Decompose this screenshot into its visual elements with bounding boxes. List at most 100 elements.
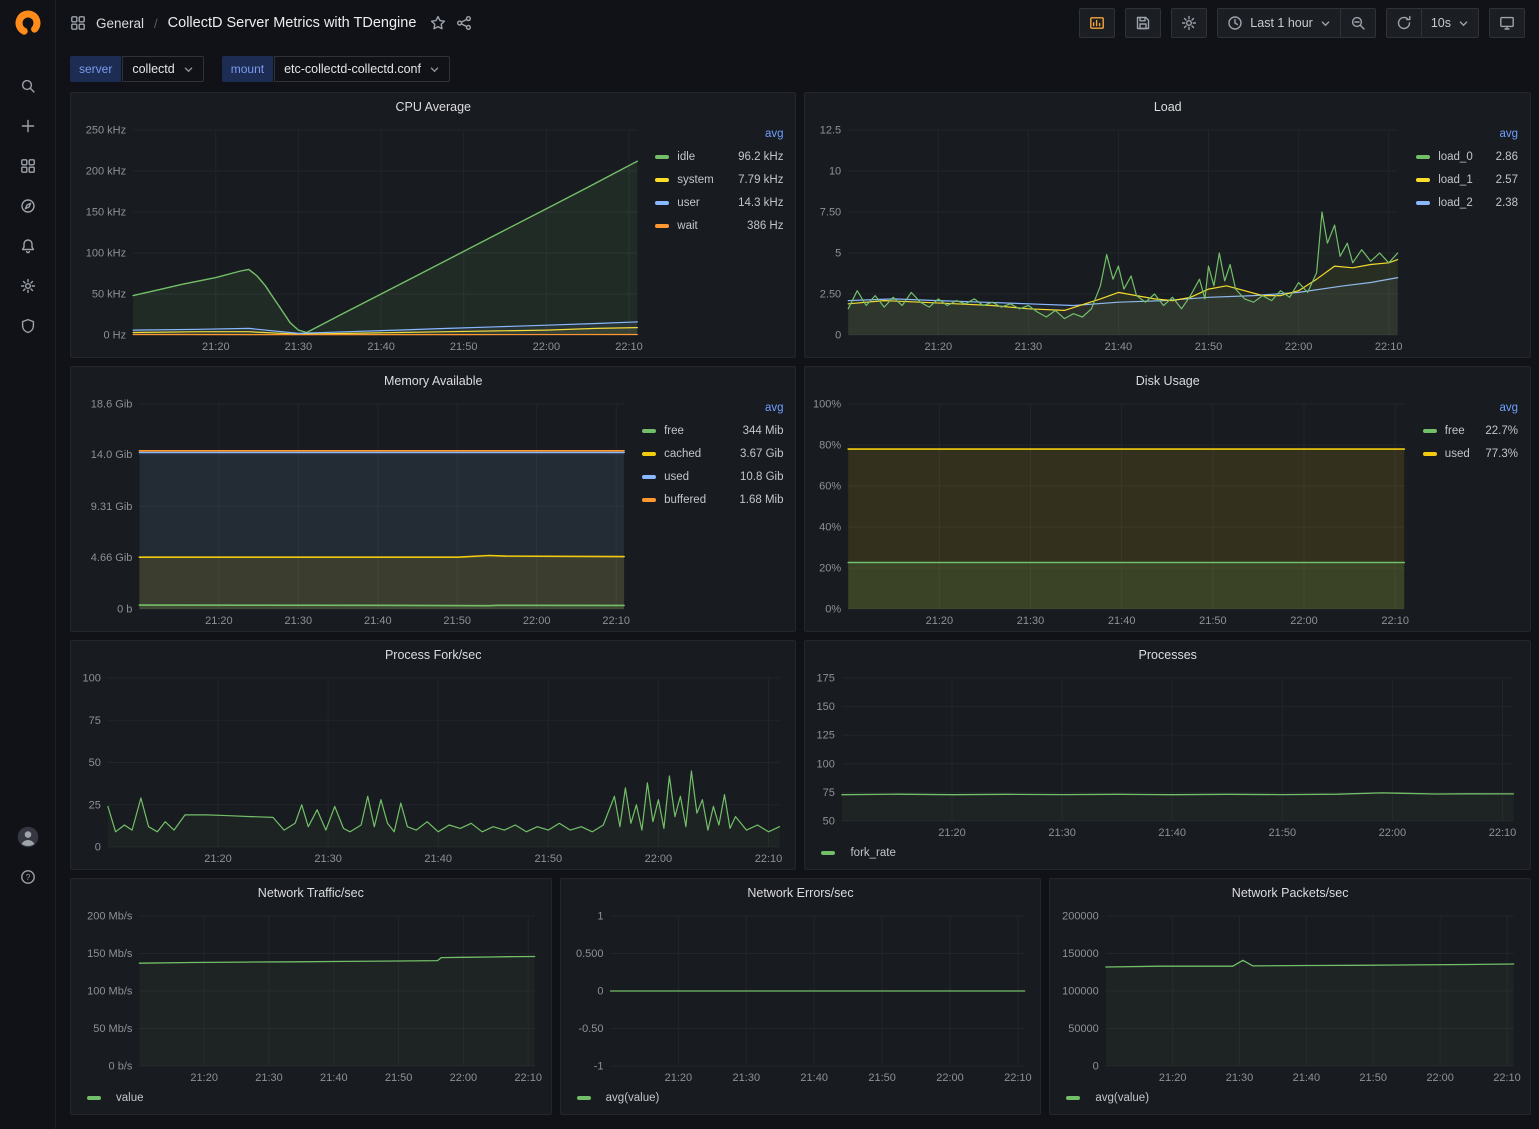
svg-text:21:50: 21:50: [385, 1072, 413, 1084]
legend-item-idle[interactable]: idle96.2 kHz: [655, 145, 783, 168]
svg-text:21:40: 21:40: [320, 1072, 348, 1084]
variable-server: server collectd: [70, 56, 204, 82]
svg-text:22:10: 22:10: [1494, 1072, 1522, 1084]
sidebar-item-create[interactable]: [0, 106, 56, 146]
legend-item-avg(value)[interactable]: avg(value): [1066, 1092, 1149, 1104]
dashboard-settings-button[interactable]: [1171, 8, 1207, 38]
legend-item-user[interactable]: user14.3 kHz: [655, 191, 783, 214]
chart-network-packets[interactable]: 05000010000015000020000021:2021:3021:402…: [1056, 906, 1524, 1086]
caret-down-icon: [1320, 18, 1331, 29]
panel-process-fork: Process Fork/sec025507510021:2021:3021:4…: [70, 640, 796, 870]
panel-title-cpu-average[interactable]: CPU Average: [71, 93, 795, 120]
sidebar-item-explore[interactable]: [0, 186, 56, 226]
sidebar-item-configuration[interactable]: [0, 266, 56, 306]
panel-load: Load02.5057.501012.521:2021:3021:4021:50…: [804, 92, 1531, 358]
svg-text:80%: 80%: [820, 440, 842, 452]
star-icon[interactable]: [430, 15, 446, 31]
series-avg-value: 22.7%: [1473, 425, 1518, 437]
sidebar-item-server-admin[interactable]: [0, 306, 56, 346]
chart-load[interactable]: 02.5057.501012.521:2021:3021:4021:5022:0…: [811, 120, 1408, 355]
series-swatch: [642, 475, 656, 479]
legend-item-value[interactable]: value: [87, 1092, 144, 1104]
variable-value-dropdown[interactable]: etc-collectd-collectd.conf: [274, 56, 450, 82]
panel-title-memory-available[interactable]: Memory Available: [71, 367, 795, 394]
legend-item-load_0[interactable]: load_02.86: [1416, 145, 1518, 168]
sidebar-item-alerting[interactable]: [0, 226, 56, 266]
add-panel-button[interactable]: [1079, 8, 1115, 38]
chart-memory-available[interactable]: 0 b4.66 Gib9.31 Gib14.0 Gib18.6 Gib21:20…: [77, 394, 634, 629]
chart-cpu-average[interactable]: 0 Hz50 kHz100 kHz150 kHz200 kHz250 kHz21…: [77, 120, 647, 355]
series-name: fork_rate: [850, 847, 895, 859]
chart-process-fork[interactable]: 025507510021:2021:3021:4021:5022:0022:10: [77, 668, 789, 867]
legend-item-cached[interactable]: cached3.67 Gib: [642, 442, 783, 465]
chart-disk-usage[interactable]: 0%20%40%60%80%100%21:2021:3021:4021:5022…: [811, 394, 1414, 629]
series-name: free: [664, 425, 684, 437]
legend-item-load_1[interactable]: load_12.57: [1416, 168, 1518, 191]
series-swatch: [1423, 452, 1437, 456]
panel-title-network-packets[interactable]: Network Packets/sec: [1050, 879, 1530, 906]
svg-text:22:00: 22:00: [450, 1072, 478, 1084]
chart-processes[interactable]: 507510012515017521:2021:3021:4021:5022:0…: [811, 668, 1524, 841]
series-swatch: [1416, 155, 1430, 159]
tv-mode-button[interactable]: [1489, 8, 1525, 38]
svg-text:150 kHz: 150 kHz: [86, 207, 126, 219]
legend-item-used[interactable]: used10.8 Gib: [642, 465, 783, 488]
panel-title-network-errors[interactable]: Network Errors/sec: [561, 879, 1041, 906]
legend-load: avgload_02.86load_12.57load_22.38: [1408, 120, 1524, 355]
share-icon[interactable]: [456, 15, 472, 31]
series-avg-value: 96.2 kHz: [726, 151, 783, 163]
save-dashboard-button[interactable]: [1125, 8, 1161, 38]
plus-icon: [20, 118, 36, 134]
svg-text:22:00: 22:00: [533, 341, 561, 353]
series-swatch: [655, 155, 669, 159]
search-icon: [20, 78, 36, 94]
panel-title-network-traffic[interactable]: Network Traffic/sec: [71, 879, 551, 906]
legend-item-free[interactable]: free22.7%: [1423, 419, 1518, 442]
legend-header-avg: avg: [655, 122, 783, 145]
refresh-interval-picker[interactable]: 10s: [1421, 8, 1479, 38]
svg-text:22:00: 22:00: [1427, 1072, 1455, 1084]
panel-title-processes[interactable]: Processes: [805, 641, 1530, 668]
series-swatch: [1416, 201, 1430, 205]
series-swatch: [642, 498, 656, 502]
legend-item-buffered[interactable]: buffered1.68 Mib: [642, 488, 783, 511]
svg-text:0 Hz: 0 Hz: [103, 330, 126, 342]
time-range-picker[interactable]: Last 1 hour: [1217, 8, 1341, 38]
caret-down-icon: [429, 64, 440, 75]
legend-item-used[interactable]: used77.3%: [1423, 442, 1518, 465]
zoom-out-button[interactable]: [1340, 8, 1376, 38]
grafana-logo[interactable]: [13, 8, 43, 38]
legend-item-avg(value)[interactable]: avg(value): [577, 1092, 660, 1104]
legend-network-packets: avg(value): [1050, 1088, 1530, 1114]
sidebar-item-user-profile[interactable]: [0, 817, 56, 857]
sidebar-item-dashboards[interactable]: [0, 146, 56, 186]
chart-network-errors[interactable]: -1-0.5000.500121:2021:3021:4021:5022:002…: [567, 906, 1035, 1086]
svg-text:21:20: 21:20: [925, 341, 953, 353]
series-avg-value: 14.3 kHz: [726, 197, 783, 209]
chart-network-traffic[interactable]: 0 b/s50 Mb/s100 Mb/s150 Mb/s200 Mb/s21:2…: [77, 906, 545, 1086]
legend-item-system[interactable]: system7.79 kHz: [655, 168, 783, 191]
variable-value-dropdown[interactable]: collectd: [122, 56, 203, 82]
sidebar-item-search[interactable]: [0, 66, 56, 106]
series-avg-value: 7.79 kHz: [726, 174, 783, 186]
panel-title-disk-usage[interactable]: Disk Usage: [805, 367, 1530, 394]
svg-text:12.5: 12.5: [820, 125, 841, 137]
legend-item-free[interactable]: free344 Mib: [642, 419, 783, 442]
legend-item-fork_rate[interactable]: fork_rate: [821, 847, 895, 859]
svg-text:18.6 Gib: 18.6 Gib: [91, 399, 133, 411]
panel-title-load[interactable]: Load: [805, 93, 1530, 120]
apps-icon[interactable]: [70, 15, 86, 31]
refresh-icon: [1396, 15, 1412, 31]
legend-item-wait[interactable]: wait386 Hz: [655, 214, 783, 237]
breadcrumb-root[interactable]: General: [96, 16, 144, 31]
series-name: avg(value): [606, 1092, 660, 1104]
series-avg-value: 2.38: [1484, 197, 1518, 209]
refresh-button[interactable]: [1386, 8, 1422, 38]
series-swatch: [642, 452, 656, 456]
panel-network-errors: Network Errors/sec-1-0.5000.500121:2021:…: [560, 878, 1042, 1115]
panel-network-packets: Network Packets/sec050000100000150000200…: [1049, 878, 1531, 1115]
svg-text:150: 150: [817, 701, 835, 713]
sidebar-item-help[interactable]: ?: [0, 857, 56, 897]
legend-item-load_2[interactable]: load_22.38: [1416, 191, 1518, 214]
panel-title-process-fork[interactable]: Process Fork/sec: [71, 641, 795, 668]
